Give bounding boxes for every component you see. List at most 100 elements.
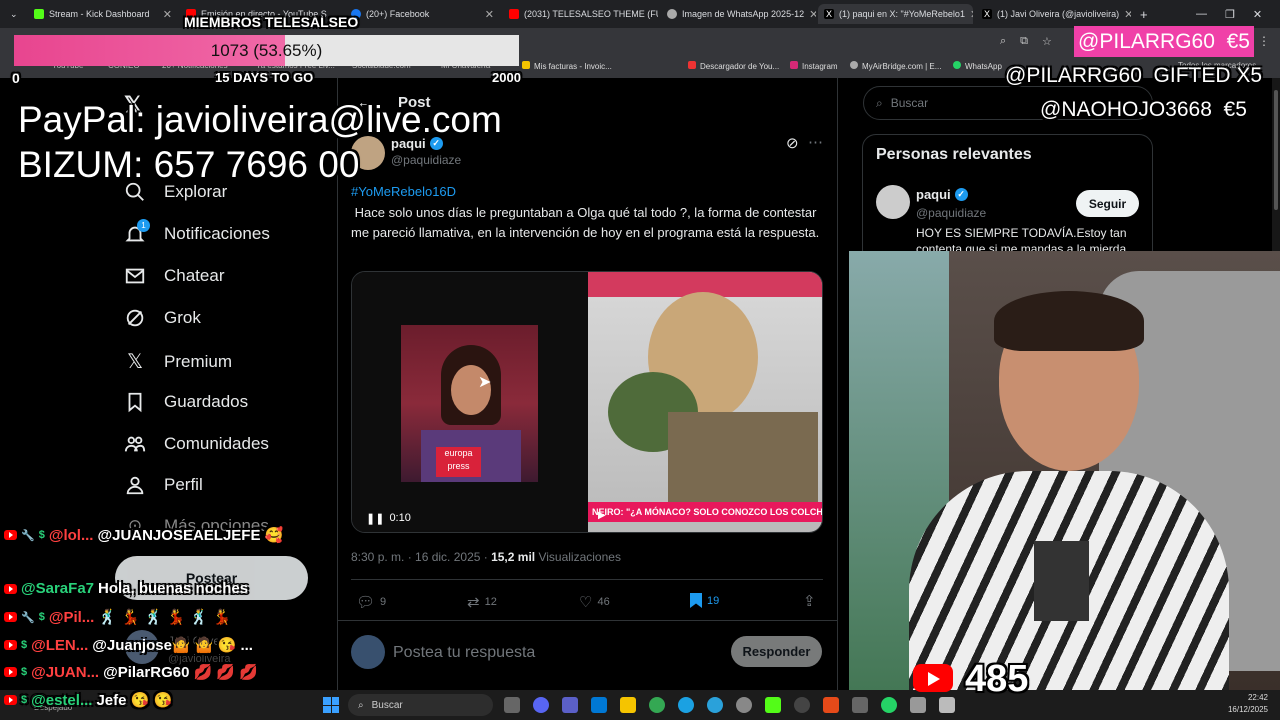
reply-button[interactable]: Responder: [731, 636, 822, 667]
whatsapp-icon[interactable]: [881, 697, 897, 713]
x-logo-icon: X: [982, 9, 992, 19]
post-media[interactable]: europa press ➤ ❚❚ 0:10 NEIRO: "¿A MÓNACO?…: [351, 271, 823, 533]
telegram-icon[interactable]: [707, 697, 723, 713]
play-icon[interactable]: ▶: [598, 510, 606, 521]
microphone-icon: [1034, 541, 1089, 621]
tab-search-button[interactable]: ⌄: [4, 4, 22, 24]
webcam-feed: [849, 251, 1280, 690]
more-options-icon[interactable]: ⋯: [808, 133, 823, 151]
browser-tab[interactable]: (2031) TELESALSEO THEME (FU✕: [503, 4, 658, 24]
nav-grok[interactable]: Grok: [124, 307, 201, 329]
search-icon: ⌕: [358, 699, 364, 711]
close-icon[interactable]: ✕: [970, 8, 973, 21]
goal-title: MIEMBROS TELESALSEO: [184, 14, 359, 30]
x-logo-icon: 𝕏: [126, 351, 144, 373]
windows-start-icon[interactable]: [323, 697, 339, 713]
edge-icon[interactable]: [678, 697, 694, 713]
address-actions: ⌕ ⧉ ☆: [1000, 35, 1052, 48]
new-tab-button[interactable]: +: [1134, 4, 1154, 24]
person-name[interactable]: paqui ✓: [916, 187, 968, 202]
app-icon[interactable]: [736, 697, 752, 713]
browser-tab[interactable]: (20+) Facebook ✕: [345, 4, 500, 24]
app-icon[interactable]: [823, 697, 839, 713]
pause-icon[interactable]: ❚❚: [366, 512, 384, 525]
money-icon: $: [21, 694, 28, 706]
teams-icon[interactable]: [562, 697, 578, 713]
bookmark-item[interactable]: Mis facturas - Invoic...: [522, 61, 612, 71]
nav-chat[interactable]: Chatear: [124, 265, 224, 287]
hashtag-link[interactable]: #YoMeRebelo16D: [351, 184, 456, 199]
close-icon[interactable]: ✕: [485, 8, 494, 21]
instagram-icon: [790, 61, 798, 69]
zoom-icon[interactable]: ⌕: [1000, 35, 1006, 48]
browser-tab[interactable]: X (1) Javi Oliveira (@javioliveira) ✕: [976, 4, 1131, 24]
chevron-down-icon: ⌄: [10, 8, 18, 19]
goal-max: 2000: [492, 70, 521, 85]
app-icon[interactable]: [910, 697, 926, 713]
restore-icon[interactable]: ❐: [1225, 8, 1235, 21]
folder-icon[interactable]: [620, 697, 636, 713]
gifted-text: @PILARRG60 GIFTED X5: [1005, 64, 1263, 87]
browser-tab[interactable]: Stream - Kick Dashboard ✕: [28, 4, 178, 24]
nav-bookmarks[interactable]: Guardados: [124, 391, 248, 413]
menu-icon[interactable]: ⋮: [1258, 34, 1270, 48]
browser-tab[interactable]: Imagen de WhatsApp 2025-12 ✕: [661, 4, 816, 24]
taskbar-search[interactable]: ⌕ Buscar: [348, 694, 493, 716]
like-action[interactable]: ♡ 46: [579, 593, 610, 611]
kick-icon[interactable]: [765, 697, 781, 713]
discord-icon[interactable]: [533, 697, 549, 713]
paypal-text: PayPal: javioliveira@live.com: [18, 99, 502, 140]
heart-icon: ♡: [579, 594, 593, 611]
bookmark-item[interactable]: WhatsApp: [953, 61, 1002, 71]
grok-icon[interactable]: ⊘: [786, 134, 799, 152]
window-controls: — ❐ ✕: [1190, 4, 1276, 24]
close-window-icon[interactable]: ✕: [1253, 8, 1262, 21]
donor-text: @NAOHOJO3668 €5: [1040, 98, 1247, 121]
close-icon[interactable]: ✕: [163, 8, 172, 21]
nav-communities[interactable]: Comunidades: [124, 433, 269, 455]
app-icon[interactable]: [939, 697, 955, 713]
post-meta: 8:30 p. m. · 16 dic. 2025 · 15,2 mil Vis…: [351, 550, 621, 564]
follow-button[interactable]: Seguir: [1076, 190, 1139, 217]
youtube-badge-icon: [4, 530, 17, 540]
star-icon[interactable]: ☆: [1042, 35, 1052, 48]
cloud-icon: [850, 61, 858, 69]
outlook-icon[interactable]: [591, 697, 607, 713]
bookmark-item[interactable]: MyAirBridge.com | E...: [850, 61, 941, 71]
bizum-text: BIZUM: 657 7696 00: [18, 144, 360, 185]
video-time[interactable]: ❚❚ 0:10: [366, 512, 411, 525]
nav-premium[interactable]: 𝕏 Premium: [124, 349, 232, 374]
invoice-icon: [522, 61, 530, 69]
cast-icon[interactable]: ⧉: [1020, 35, 1028, 48]
author-handle: @paquidiaze: [391, 153, 462, 167]
video-thumbnail-right[interactable]: NEIRO: "¿A MÓNACO? SOLO CONOZCO LOS COLC…: [588, 272, 822, 532]
youtube-icon: [509, 9, 519, 19]
task-view-icon[interactable]: [504, 697, 520, 713]
reply-action[interactable]: 💬︎ 9: [356, 593, 386, 611]
repost-action[interactable]: ⇄ 12: [467, 593, 497, 611]
bookmark-action[interactable]: 19: [690, 593, 719, 608]
bookmark-filled-icon: [690, 593, 702, 608]
close-icon[interactable]: ✕: [1124, 8, 1131, 21]
reply-input[interactable]: Postea tu respuesta: [393, 644, 535, 662]
avatar[interactable]: [876, 185, 910, 219]
browser-tab-active[interactable]: X(1) paqui en X: "#YoMeRebelo1✕: [818, 4, 973, 24]
nav-profile[interactable]: Perfil: [124, 474, 203, 496]
post-text: Hace solo unos días le preguntaban a Olg…: [351, 205, 821, 240]
chrome-icon[interactable]: [649, 697, 665, 713]
bookmark-item[interactable]: Instagram: [790, 61, 838, 71]
share-icon[interactable]: ⇪: [803, 592, 816, 610]
bookmark-item[interactable]: Descargador de You...: [688, 61, 779, 71]
chat-message: $ @estel... Jefe 😘 😘: [4, 691, 172, 709]
money-icon: $: [38, 529, 45, 541]
chat-message: $ @LEN... @Juanjose🤷 🤷 😘 ...: [4, 636, 253, 654]
globe-icon: [667, 9, 677, 19]
youtube-badge-icon: [4, 667, 17, 677]
app-icon[interactable]: [852, 697, 868, 713]
whatsapp-icon: [953, 61, 961, 69]
person-bio: HOY ES SIEMPRE TODAVÍA.Estoy tan content…: [916, 226, 1127, 251]
divider: [337, 620, 837, 621]
obs-icon[interactable]: [794, 697, 810, 713]
close-icon[interactable]: ✕: [809, 8, 816, 21]
minimize-icon[interactable]: —: [1196, 8, 1207, 20]
